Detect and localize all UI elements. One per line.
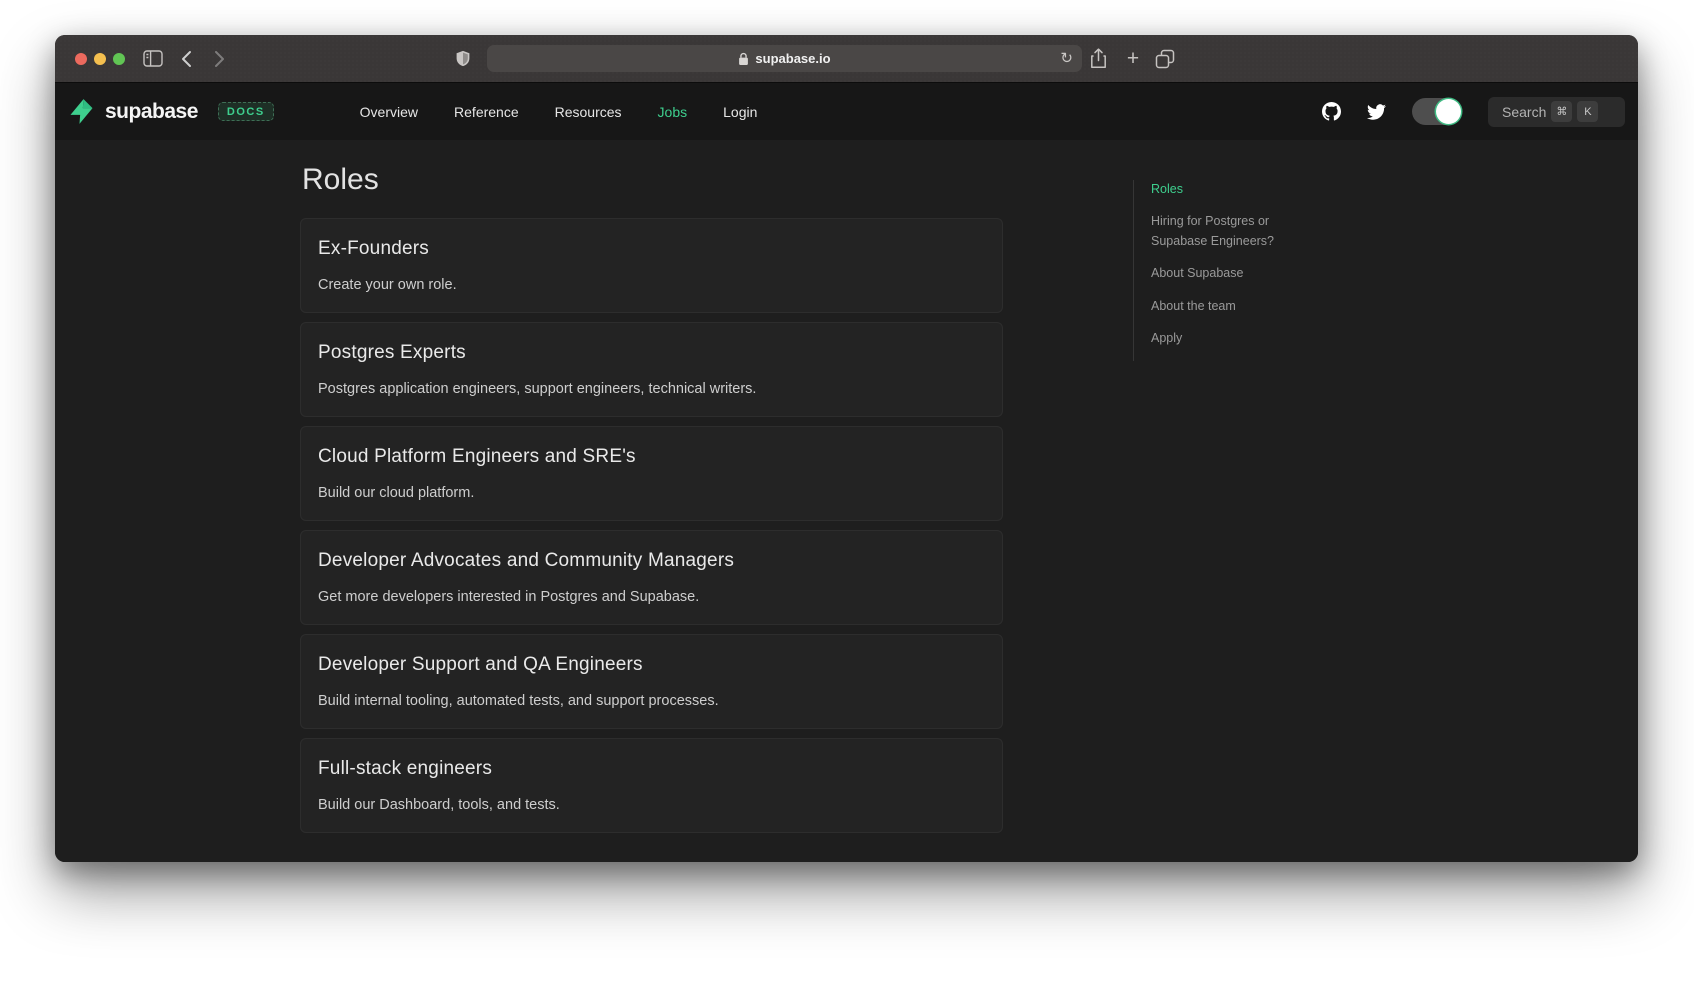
- k-key-badge: K: [1577, 101, 1598, 122]
- browser-toolbar: supabase.io ↻ +: [55, 35, 1638, 82]
- role-card-title: Postgres Experts: [318, 342, 985, 364]
- role-card-description: Build our cloud platform.: [318, 485, 985, 501]
- search-button[interactable]: Search ⌘ K: [1488, 97, 1625, 127]
- address-bar[interactable]: supabase.io ↻: [487, 45, 1082, 72]
- lock-icon: [738, 52, 749, 66]
- role-card-description: Build our Dashboard, tools, and tests.: [318, 797, 985, 813]
- toc-link[interactable]: Hiring for Postgres or Supabase Engineer…: [1151, 212, 1326, 251]
- roles-section: Roles Ex-Founders Create your own role. Po…: [300, 163, 1003, 842]
- cmd-key-badge: ⌘: [1551, 101, 1572, 122]
- back-icon[interactable]: [180, 35, 194, 82]
- role-card[interactable]: Developer Advocates and Community Manage…: [300, 530, 1003, 625]
- role-cards-list: Ex-Founders Create your own role. Postgres…: [300, 218, 1003, 833]
- privacy-shield-icon[interactable]: [455, 35, 471, 82]
- role-card[interactable]: Developer Support and QA Engineers Build …: [300, 634, 1003, 729]
- role-card-description: Build internal tooling, automated tests,…: [318, 693, 985, 709]
- role-card-title: Developer Advocates and Community Manage…: [318, 550, 985, 572]
- supabase-bolt-icon: [68, 98, 95, 125]
- nav-link-jobs[interactable]: Jobs: [658, 104, 688, 120]
- share-icon[interactable]: [1090, 35, 1107, 82]
- forward-icon[interactable]: [212, 35, 226, 82]
- toc-link[interactable]: About Supabase: [1151, 264, 1326, 283]
- role-card[interactable]: Postgres Experts Postgres application eng…: [300, 322, 1003, 417]
- role-card-title: Cloud Platform Engineers and SRE's: [318, 446, 985, 468]
- minimize-window-button[interactable]: [94, 53, 106, 65]
- twitter-icon[interactable]: [1367, 104, 1386, 120]
- search-label: Search: [1502, 104, 1546, 120]
- github-icon[interactable]: [1322, 102, 1341, 121]
- role-card-title: Ex-Founders: [318, 238, 985, 260]
- on-this-page-nav: Roles Hiring for Postgres or Supabase Eng…: [1133, 180, 1338, 361]
- toc-link[interactable]: Roles: [1151, 180, 1326, 199]
- role-card-description: Postgres application engineers, support …: [318, 381, 985, 397]
- site-navbar: supabase DOCS Overview Reference Resources…: [55, 82, 1638, 140]
- dark-mode-toggle[interactable]: [1412, 98, 1462, 125]
- toc-link[interactable]: About the team: [1151, 297, 1326, 316]
- role-card[interactable]: Ex-Founders Create your own role.: [300, 218, 1003, 313]
- close-window-button[interactable]: [75, 53, 87, 65]
- toc-link[interactable]: Apply: [1151, 329, 1326, 348]
- zoom-window-button[interactable]: [113, 53, 125, 65]
- role-card-title: Full-stack engineers: [318, 758, 985, 780]
- nav-link-reference[interactable]: Reference: [454, 104, 519, 120]
- main-navigation: Overview Reference Resources Jobs Login: [360, 104, 758, 120]
- new-tab-icon[interactable]: +: [1123, 35, 1143, 82]
- tab-overview-icon[interactable]: [1155, 35, 1175, 82]
- docs-badge: DOCS: [218, 102, 274, 121]
- page-content: Roles Ex-Founders Create your own role. Po…: [55, 140, 1638, 862]
- role-card-title: Developer Support and QA Engineers: [318, 654, 985, 676]
- nav-link-resources[interactable]: Resources: [555, 104, 622, 120]
- navbar-actions: Search ⌘ K: [1322, 97, 1625, 127]
- url-text: supabase.io: [755, 51, 830, 66]
- browser-window: supabase.io ↻ + supabase DOCS: [55, 35, 1638, 862]
- toggle-knob: [1436, 99, 1461, 124]
- page-title: Roles: [302, 163, 1003, 197]
- nav-link-login[interactable]: Login: [723, 104, 757, 120]
- nav-link-overview[interactable]: Overview: [360, 104, 418, 120]
- role-card-description: Get more developers interested in Postgr…: [318, 589, 985, 605]
- role-card[interactable]: Cloud Platform Engineers and SRE's Build …: [300, 426, 1003, 521]
- sidebar-toggle-icon[interactable]: [143, 35, 163, 82]
- supabase-logo[interactable]: supabase DOCS: [68, 98, 274, 125]
- reload-icon[interactable]: ↻: [1060, 49, 1073, 67]
- role-card[interactable]: Full-stack engineers Build our Dashboard,…: [300, 738, 1003, 833]
- role-card-description: Create your own role.: [318, 277, 985, 293]
- brand-name: supabase: [105, 100, 198, 124]
